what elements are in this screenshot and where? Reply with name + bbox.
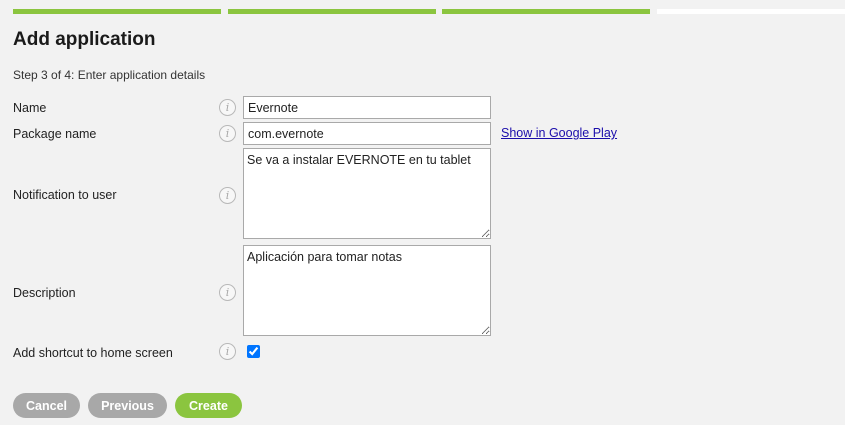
notification-textarea[interactable]: Se va a instalar EVERNOTE en tu tablet [243,148,491,239]
name-info-icon[interactable]: i [219,99,236,116]
name-label: Name [13,101,47,115]
package-name-label: Package name [13,127,97,141]
notification-info-icon[interactable]: i [219,187,236,204]
create-button[interactable]: Create [175,393,242,418]
show-in-google-play-link[interactable]: Show in Google Play [501,126,617,140]
package-name-info-icon[interactable]: i [219,125,236,142]
progress-step-2 [228,9,436,14]
notification-label: Notification to user [13,188,117,202]
wizard-progress-bar [13,9,845,14]
name-input[interactable] [243,96,491,119]
progress-step-4 [657,9,845,14]
description-textarea[interactable]: Aplicación para tomar notas [243,245,491,336]
cancel-button[interactable]: Cancel [13,393,80,418]
package-name-input[interactable] [243,122,491,145]
description-info-icon[interactable]: i [219,284,236,301]
page-title: Add application [13,29,156,50]
shortcut-checkbox[interactable] [247,345,260,358]
shortcut-info-icon[interactable]: i [219,343,236,360]
shortcut-label: Add shortcut to home screen [13,346,173,360]
progress-step-1 [13,9,221,14]
progress-step-3 [442,9,650,14]
step-indicator: Step 3 of 4: Enter application details [13,68,206,82]
description-label: Description [13,286,76,300]
previous-button[interactable]: Previous [88,393,167,418]
